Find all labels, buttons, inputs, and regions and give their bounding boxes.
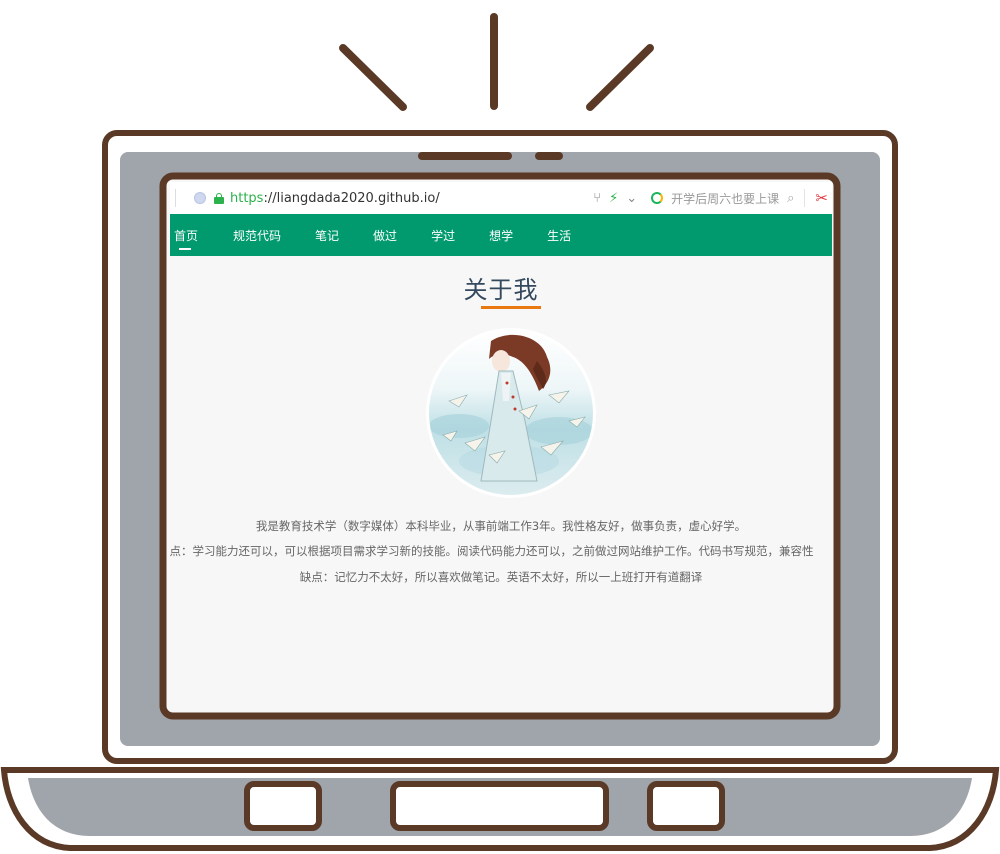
nav-item-home[interactable]: 首页 [174,227,198,250]
nav-item-notes[interactable]: 笔记 [315,227,339,244]
site-navbar: 首页 规范代码 笔记 做过 学过 想学 生活 [170,214,832,256]
intro-paragraph: 我是教育技术学（数字媒体）本科毕业，从事前端工作3年。我性格友好，做事负责，虚心… [255,519,747,533]
avatar [426,328,596,498]
share-icon[interactable]: ⑂ [593,191,601,206]
nav-item-code-standards[interactable]: 规范代码 [233,227,281,244]
chevron-down-icon[interactable]: ⌄ [626,191,637,206]
about-title: 关于我 [463,276,539,304]
bolt-icon[interactable]: ⚡ [609,191,618,206]
speaker-slot [418,152,512,160]
scissors-icon[interactable]: ✂ [815,189,828,207]
tools-divider [804,189,806,207]
search-engine-icon[interactable] [651,192,664,204]
base-trackpad [390,781,609,831]
browser-screen: https://liangdada2020.github.io/ ⑂ ⚡ ⌄ 开… [170,182,832,710]
nav-item-life[interactable]: 生活 [547,227,571,244]
base-key-right [647,781,725,831]
base-key-left [244,781,322,831]
address-divider [175,189,176,207]
weaknesses-paragraph: 缺点：记忆力不太好，所以喜欢做笔记。英语不太好，所以一上班打开有道翻译 [299,570,703,584]
site-icon [194,192,206,204]
address-bar[interactable]: https://liangdada2020.github.io/ ⑂ ⚡ ⌄ 开… [170,182,832,215]
avatar-illustration [429,331,593,495]
nav-item-projects[interactable]: 做过 [373,227,397,244]
search-icon[interactable]: ⌕ [787,191,794,206]
search-hint[interactable]: 开学后周六也要上课 [671,190,785,207]
strengths-paragraph: 优点：学习能力还可以，可以根据项目需求学习新的技能。阅读代码能力还可以，之前做过… [170,544,814,558]
nav-item-want-to-learn[interactable]: 想学 [489,227,513,244]
address-bar-tools: ⑂ ⚡ ⌄ 开学后周六也要上课 ⌕ ✂ [589,182,832,214]
url-rest: ://liangdada2020.github.io/ [263,190,440,206]
title-underline [481,306,541,309]
shine-rays [339,13,654,111]
camera-slot [535,152,563,160]
lock-icon[interactable] [214,192,224,204]
nav-item-learned[interactable]: 学过 [431,227,455,244]
url-scheme: https [230,190,264,206]
url-text[interactable]: https://liangdada2020.github.io/ [230,191,440,206]
